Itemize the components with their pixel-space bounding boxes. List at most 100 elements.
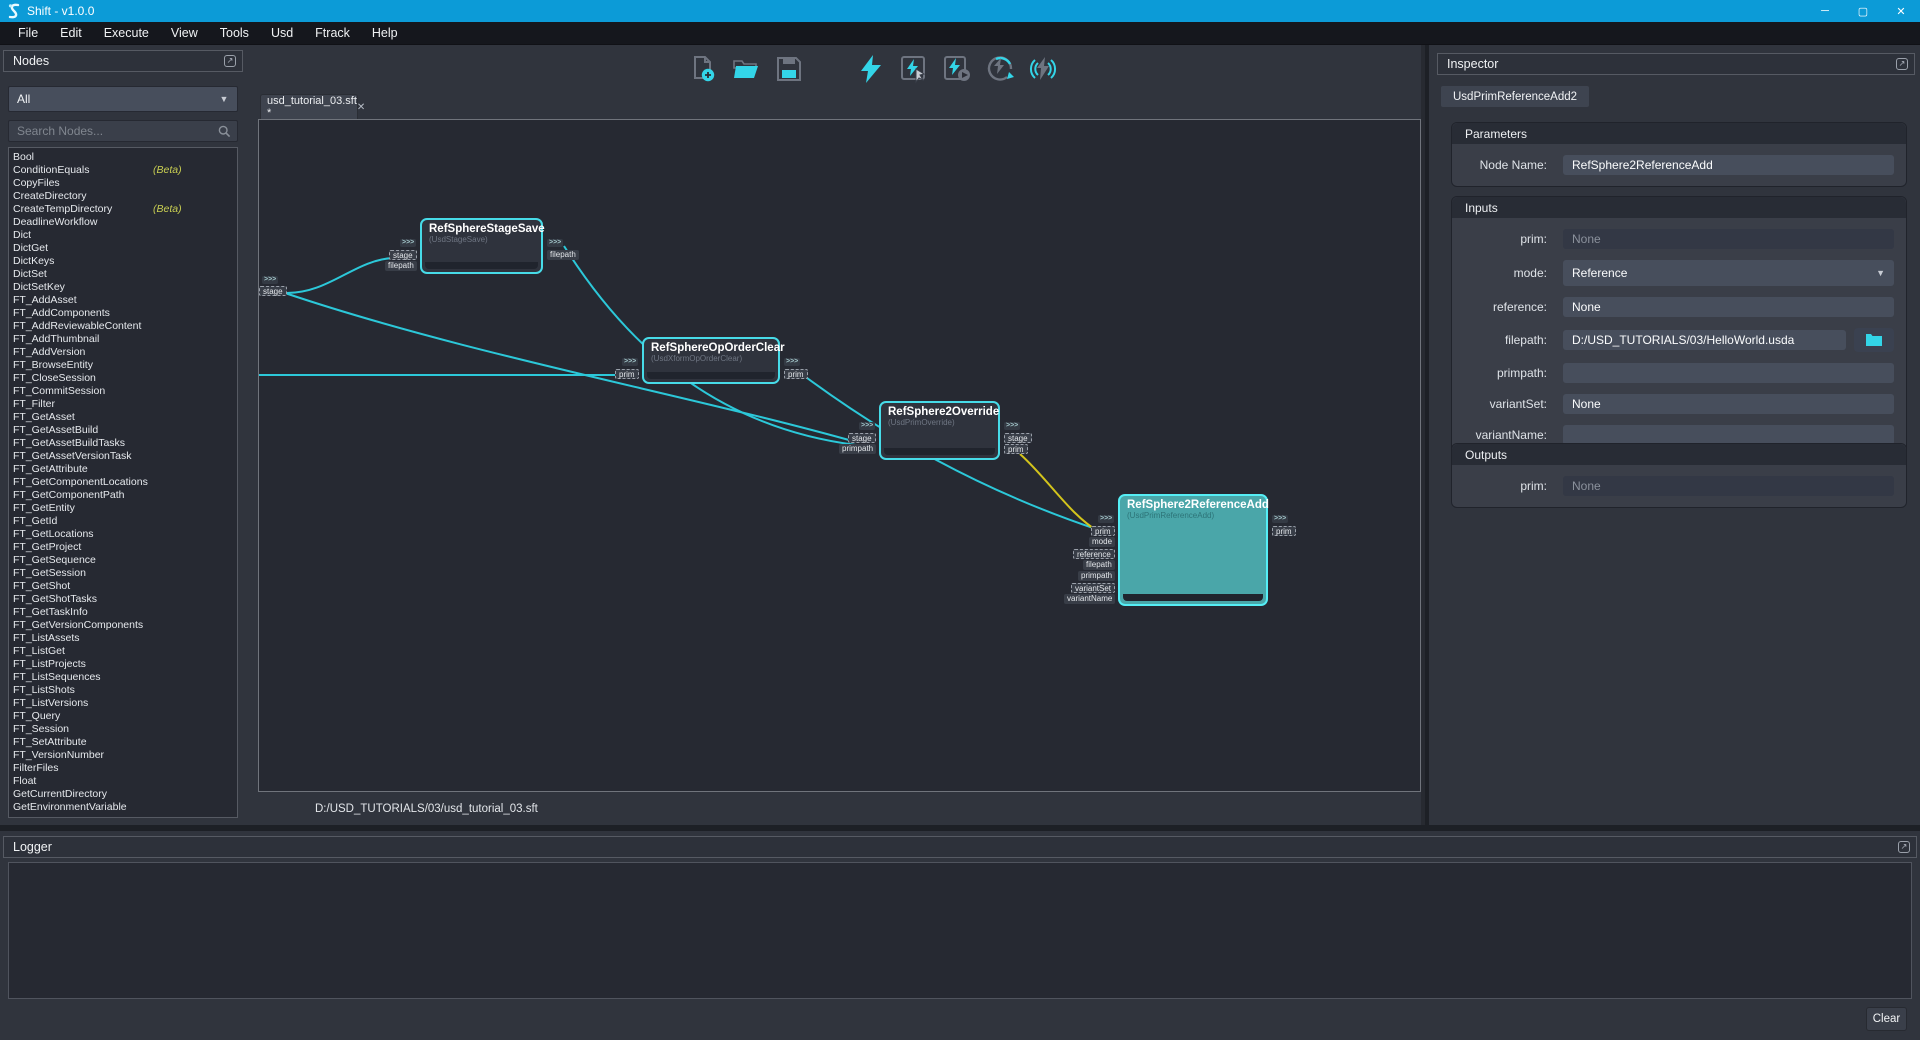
list-item[interactable]: FT_GetSequence (13, 554, 237, 567)
list-item[interactable]: FT_ListGet (13, 645, 237, 658)
graph-node[interactable]: RefSphereOpOrderClear(UsdXformOpOrderCle… (642, 337, 780, 384)
port[interactable]: prim (1272, 526, 1296, 536)
port[interactable]: prim (615, 369, 639, 379)
port[interactable]: prim (784, 369, 808, 379)
list-item[interactable]: DeadlineWorkflow (13, 216, 237, 229)
popout-icon[interactable]: ↗ (224, 55, 236, 67)
node-graph-canvas[interactable]: >>>stageRefSphereStageSave(UsdStageSave)… (258, 119, 1421, 792)
list-item[interactable]: FT_Filter (13, 398, 237, 411)
tab-close-icon[interactable]: ✕ (357, 102, 365, 113)
menu-item-edit[interactable]: Edit (50, 23, 92, 43)
dropdown-field[interactable]: Reference▼ (1563, 260, 1894, 286)
list-item[interactable]: CreateTempDirectory(Beta) (13, 203, 237, 216)
list-item[interactable]: Float (13, 775, 237, 788)
list-item[interactable]: FT_SetAttribute (13, 736, 237, 749)
port[interactable]: stage (259, 286, 287, 296)
document-tab[interactable]: usd_tutorial_03.sft * ✕ (260, 94, 358, 119)
graph-node[interactable]: RefSphere2Override(UsdPrimOverride) (879, 401, 1000, 460)
input-field[interactable] (1563, 363, 1894, 383)
port-expand-icon[interactable]: >>> (1098, 515, 1114, 523)
menu-item-tools[interactable]: Tools (210, 23, 259, 43)
port[interactable]: prim (1004, 444, 1028, 454)
list-item[interactable]: GetEnvironmentVariable (13, 801, 237, 814)
port-expand-icon[interactable]: >>> (1272, 515, 1288, 523)
list-item[interactable]: FT_GetLocations (13, 528, 237, 541)
port[interactable]: variantName (1064, 594, 1115, 604)
port[interactable]: stage (389, 250, 417, 260)
list-item[interactable]: ConditionEquals(Beta) (13, 164, 237, 177)
list-item[interactable]: DictSetKey (13, 281, 237, 294)
port-expand-icon[interactable]: >>> (784, 358, 800, 366)
menu-item-help[interactable]: Help (362, 23, 408, 43)
list-item[interactable]: FT_GetEntity (13, 502, 237, 515)
wire[interactable] (1020, 454, 1099, 532)
list-item[interactable]: DictSet (13, 268, 237, 281)
list-item[interactable]: FT_GetAsset (13, 411, 237, 424)
port-expand-icon[interactable]: >>> (400, 239, 416, 247)
list-item[interactable]: FT_ListProjects (13, 658, 237, 671)
list-item[interactable]: FT_GetAssetVersionTask (13, 450, 237, 463)
input-field[interactable]: None (1563, 297, 1894, 317)
search-input[interactable]: Search Nodes... (8, 120, 238, 142)
browse-file-button[interactable] (1854, 328, 1894, 352)
menu-item-file[interactable]: File (8, 23, 48, 43)
list-item[interactable]: FT_GetVersionComponents (13, 619, 237, 632)
close-button[interactable]: ✕ (1882, 0, 1920, 22)
list-item[interactable]: FT_GetSession (13, 567, 237, 580)
maximize-button[interactable]: ▢ (1844, 0, 1882, 22)
graph-node[interactable]: RefSphereStageSave(UsdStageSave) (420, 218, 543, 274)
port[interactable]: variantSet (1071, 583, 1115, 593)
port-expand-icon[interactable]: >>> (547, 239, 563, 247)
save-file-icon[interactable] (774, 54, 804, 89)
list-item[interactable]: FT_ListVersions (13, 697, 237, 710)
port[interactable]: prim (1091, 526, 1115, 536)
input-field[interactable]: None (1563, 229, 1894, 249)
popout-icon[interactable]: ↗ (1896, 58, 1908, 70)
live-execute-icon[interactable] (1028, 54, 1058, 89)
input-field[interactable]: RefSphere2ReferenceAdd (1563, 155, 1894, 175)
list-item[interactable]: FT_GetAssetBuildTasks (13, 437, 237, 450)
re-execute-icon[interactable] (985, 54, 1015, 89)
new-file-icon[interactable] (688, 54, 718, 89)
graph-node[interactable]: RefSphere2ReferenceAdd(UsdPrimReferenceA… (1118, 494, 1268, 606)
list-item[interactable]: FT_Session (13, 723, 237, 736)
open-file-icon[interactable] (731, 54, 761, 89)
list-item[interactable]: Dict (13, 229, 237, 242)
port[interactable]: filepath (1083, 560, 1115, 570)
menu-item-view[interactable]: View (161, 23, 208, 43)
port[interactable]: filepath (385, 261, 417, 271)
list-item[interactable]: Bool (13, 151, 237, 164)
list-item[interactable]: FT_GetShotTasks (13, 593, 237, 606)
list-item[interactable]: FT_BrowseEntity (13, 359, 237, 372)
port[interactable]: reference (1073, 549, 1115, 559)
list-item[interactable]: FT_GetId (13, 515, 237, 528)
minimize-button[interactable]: ─ (1806, 0, 1844, 22)
list-item[interactable]: FT_Query (13, 710, 237, 723)
list-item[interactable]: DictGet (13, 242, 237, 255)
list-item[interactable]: GetCurrentDirectory (13, 788, 237, 801)
node-type-list[interactable]: BoolConditionEquals(Beta)CopyFiles Create… (8, 147, 238, 818)
list-item[interactable]: FT_GetAssetBuild (13, 424, 237, 437)
port[interactable]: stage (1004, 433, 1032, 443)
list-item[interactable]: FT_GetProject (13, 541, 237, 554)
port[interactable]: primpath (1078, 571, 1115, 581)
list-item[interactable]: FT_AddThumbnail (13, 333, 237, 346)
menu-item-ftrack[interactable]: Ftrack (305, 23, 360, 43)
list-item[interactable]: FT_GetComponentPath (13, 489, 237, 502)
list-item[interactable]: FT_GetTaskInfo (13, 606, 237, 619)
list-item[interactable]: FT_CommitSession (13, 385, 237, 398)
list-item[interactable]: FT_VersionNumber (13, 749, 237, 762)
execute-icon[interactable] (856, 54, 886, 89)
list-item[interactable]: FT_CloseSession (13, 372, 237, 385)
list-item[interactable]: FT_ListShots (13, 684, 237, 697)
list-item[interactable]: FT_ListSequences (13, 671, 237, 684)
port-expand-icon[interactable]: >>> (1004, 422, 1020, 430)
port[interactable]: mode (1089, 537, 1115, 547)
node-category-dropdown[interactable]: All ▼ (8, 86, 238, 112)
list-item[interactable]: CopyFiles (13, 177, 237, 190)
wire[interactable] (285, 258, 393, 293)
input-field[interactable]: None (1563, 394, 1894, 414)
port-expand-icon[interactable]: >>> (622, 358, 638, 366)
port[interactable]: stage (848, 433, 876, 443)
port-expand-icon[interactable]: >>> (859, 422, 875, 430)
